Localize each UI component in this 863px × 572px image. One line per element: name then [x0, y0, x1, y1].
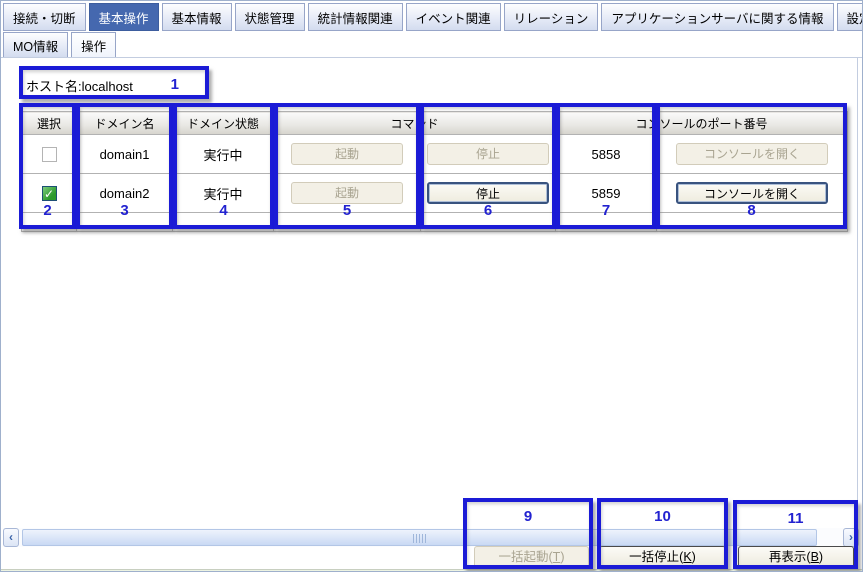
annotation-box-3: 3 — [76, 103, 173, 229]
main-tab-bar: 接続・切断 基本操作 基本情報 状態管理 統計情報関連 イベント関連 リレーショ… — [3, 3, 863, 31]
tab-mo-info[interactable]: MO情報 — [3, 32, 68, 58]
tab-appserver-info[interactable]: アプリケーションサーバに関する情報 — [601, 3, 833, 31]
annotation-number-9: 9 — [467, 508, 589, 525]
annotation-box-6: 6 — [420, 103, 556, 229]
tab-event[interactable]: イベント関連 — [406, 3, 501, 31]
tab-configurations[interactable]: 設定項目(Configurations) — [837, 3, 863, 31]
annotation-box-4: 4 — [173, 103, 274, 229]
annotation-number-10: 10 — [601, 508, 724, 525]
scroll-left-icon[interactable]: ‹ — [3, 528, 19, 547]
annotation-number-3: 3 — [80, 202, 169, 219]
tab-connect-disconnect[interactable]: 接続・切断 — [3, 3, 86, 31]
annotation-number-8: 8 — [660, 202, 843, 219]
annotation-box-1: 1 — [19, 66, 209, 99]
scrollbar-grip-icon — [413, 534, 427, 543]
annotation-number-1: 1 — [171, 76, 179, 93]
annotation-box-7: 7 — [556, 103, 656, 229]
annotation-box-9: 9 — [463, 498, 593, 569]
tab-divider — [1, 57, 862, 58]
annotation-number-4: 4 — [177, 202, 270, 219]
annotation-box-10: 10 — [597, 498, 728, 569]
sub-tab-bar: MO情報 操作 — [3, 32, 116, 58]
application-window: 接続・切断 基本操作 基本情報 状態管理 統計情報関連 イベント関連 リレーショ… — [0, 0, 863, 572]
annotation-number-2: 2 — [23, 202, 72, 219]
annotation-box-5: 5 — [274, 103, 420, 229]
annotation-number-11: 11 — [737, 510, 854, 527]
annotation-box-2: 2 — [19, 103, 76, 229]
tab-statistics[interactable]: 統計情報関連 — [308, 3, 403, 31]
tab-relation[interactable]: リレーション — [504, 3, 599, 31]
annotation-box-11: 11 — [733, 500, 858, 569]
horizontal-scrollbar[interactable]: ‹ › — [3, 528, 859, 547]
annotation-number-7: 7 — [560, 202, 652, 219]
tab-operation[interactable]: 操作 — [71, 32, 116, 58]
annotation-number-5: 5 — [278, 202, 416, 219]
tab-basic-operation[interactable]: 基本操作 — [89, 3, 159, 31]
annotation-box-8: 8 — [656, 103, 847, 229]
tab-basic-info[interactable]: 基本情報 — [162, 3, 232, 31]
content-right-border — [857, 58, 858, 570]
annotation-number-6: 6 — [424, 202, 552, 219]
tab-state-management[interactable]: 状態管理 — [235, 3, 305, 31]
